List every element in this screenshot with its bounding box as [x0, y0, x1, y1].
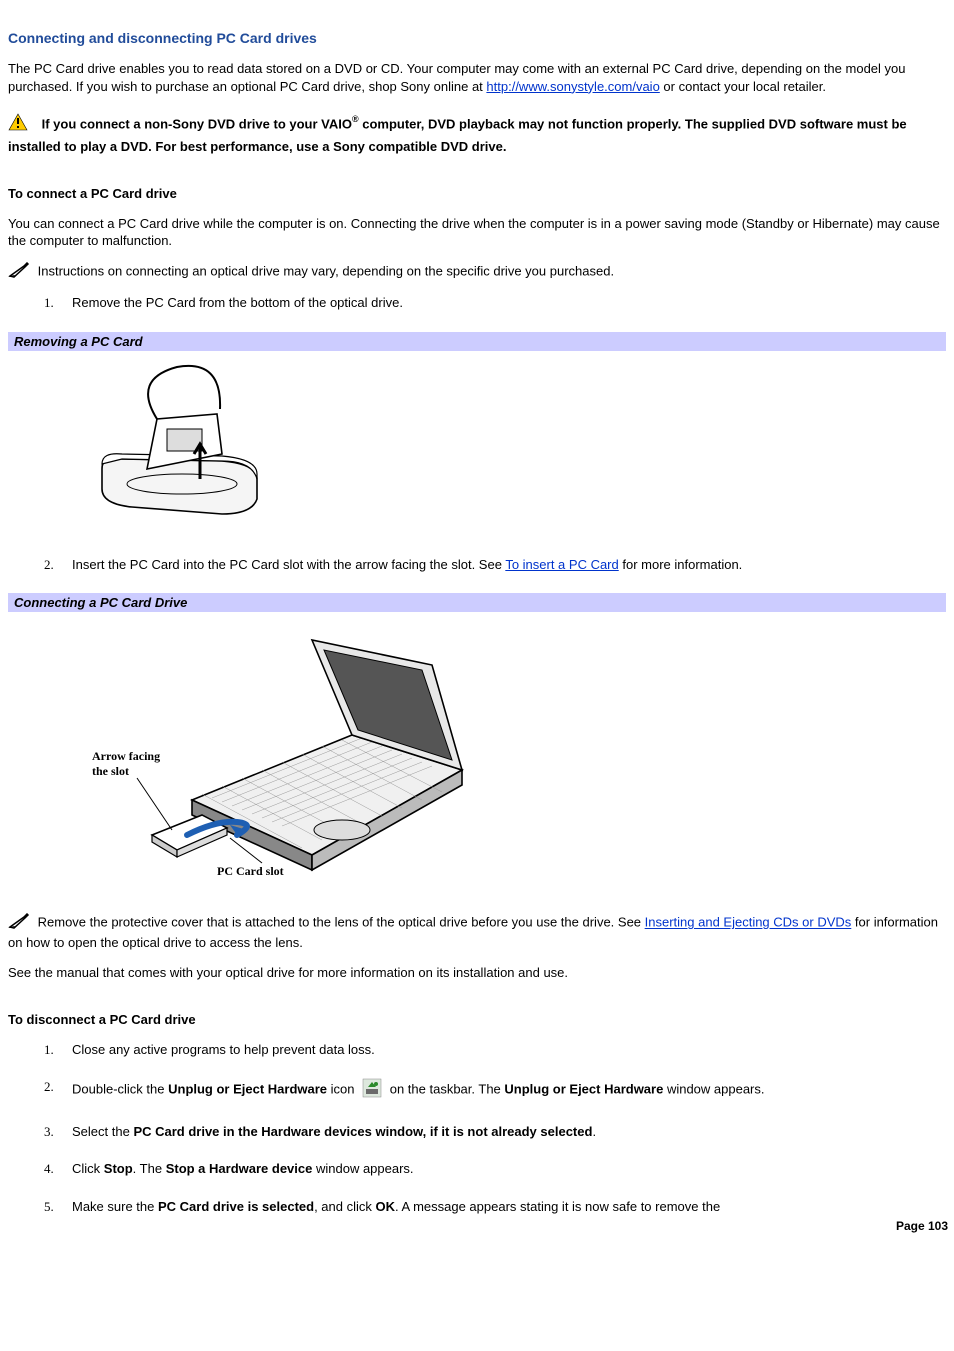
list-marker: 2. [44, 1078, 54, 1096]
intro-paragraph: The PC Card drive enables you to read da… [8, 60, 946, 95]
list-marker: 1. [44, 1041, 54, 1059]
fig-label-arrow-top: Arrow facing [92, 749, 160, 763]
warning-text-1: If you connect a non-Sony DVD drive to y… [42, 117, 352, 132]
disconnect-step-2: 2. Double-click the Unplug or Eject Hard… [44, 1078, 946, 1103]
d3c: . [592, 1124, 596, 1139]
d2e: Unplug or Eject Hardware [504, 1082, 663, 1097]
d4d: Stop a Hardware device [166, 1161, 313, 1176]
disconnect-heading: To disconnect a PC Card drive [8, 1011, 946, 1029]
figure-caption-removing: Removing a PC Card [8, 332, 946, 351]
list-marker: 2. [44, 556, 54, 574]
d2f: window appears. [663, 1082, 764, 1097]
warning-block: If you connect a non-Sony DVD drive to y… [8, 113, 946, 155]
list-marker: 5. [44, 1198, 54, 1216]
manual-line: See the manual that comes with your opti… [8, 964, 946, 982]
d4e: window appears. [312, 1161, 413, 1176]
step2-text-a: Insert the PC Card into the PC Card slot… [72, 557, 505, 572]
intro-text-2: or contact your local retailer. [660, 79, 826, 94]
connect-note: Instructions on connecting an optical dr… [8, 262, 946, 283]
lens-note: Remove the protective cover that is atta… [8, 913, 946, 951]
connect-step1-text: Remove the PC Card from the bottom of th… [72, 295, 403, 310]
list-marker: 4. [44, 1160, 54, 1178]
d3b: PC Card drive in the Hardware devices wi… [133, 1124, 592, 1139]
d2d: on the taskbar. The [386, 1082, 504, 1097]
page-title: Connecting and disconnecting PC Card dri… [8, 30, 946, 46]
d4a: Click [72, 1161, 104, 1176]
d2c: icon [327, 1082, 358, 1097]
connect-step-1: 1. Remove the PC Card from the bottom of… [44, 294, 946, 312]
fig-label-slot: PC Card slot [217, 864, 284, 878]
d2a: Double-click the [72, 1082, 168, 1097]
list-marker: 1. [44, 294, 54, 312]
registered-mark: ® [352, 114, 359, 124]
step2-text-b: for more information. [619, 557, 743, 572]
note-icon [8, 913, 30, 934]
disconnect-step-1: 1. Close any active programs to help pre… [44, 1041, 946, 1059]
figure-caption-connecting: Connecting a PC Card Drive [8, 593, 946, 612]
disconnect-step-3: 3. Select the PC Card drive in the Hardw… [44, 1123, 946, 1141]
d5d: OK [376, 1199, 396, 1214]
insert-pc-card-link[interactable]: To insert a PC Card [505, 557, 618, 572]
inserting-ejecting-link[interactable]: Inserting and Ejecting CDs or DVDs [645, 915, 852, 930]
eject-hardware-icon [362, 1078, 382, 1103]
page-number: Page 103 [896, 1219, 948, 1233]
d4c: . The [133, 1161, 166, 1176]
d5b: PC Card drive is selected [158, 1199, 314, 1214]
disconnect-step-5: 5. Make sure the PC Card drive is select… [44, 1198, 946, 1216]
d5c: , and click [314, 1199, 375, 1214]
sonystyle-link[interactable]: http://www.sonystyle.com/vaio [486, 79, 659, 94]
fig-label-arrow-bot: the slot [92, 764, 129, 778]
disc-step1-text: Close any active programs to help preven… [72, 1042, 375, 1057]
d5e: . A message appears stating it is now sa… [395, 1199, 720, 1214]
d3a: Select the [72, 1124, 133, 1139]
connect-heading: To connect a PC Card drive [8, 185, 946, 203]
warning-icon [8, 113, 28, 136]
figure-connecting-drive: Arrow facing the slot PC Card slot [62, 620, 946, 883]
d2b: Unplug or Eject Hardware [168, 1082, 327, 1097]
connect-step-2: 2. Insert the PC Card into the PC Card s… [44, 556, 946, 574]
connect-note-text: Instructions on connecting an optical dr… [38, 264, 614, 279]
disconnect-step-4: 4. Click Stop. The Stop a Hardware devic… [44, 1160, 946, 1178]
figure-removing-pc-card [62, 359, 946, 532]
list-marker: 3. [44, 1123, 54, 1141]
d4b: Stop [104, 1161, 133, 1176]
lens-note-a: Remove the protective cover that is atta… [38, 915, 645, 930]
note-icon [8, 262, 30, 283]
d5a: Make sure the [72, 1199, 158, 1214]
connect-paragraph: You can connect a PC Card drive while th… [8, 215, 946, 250]
